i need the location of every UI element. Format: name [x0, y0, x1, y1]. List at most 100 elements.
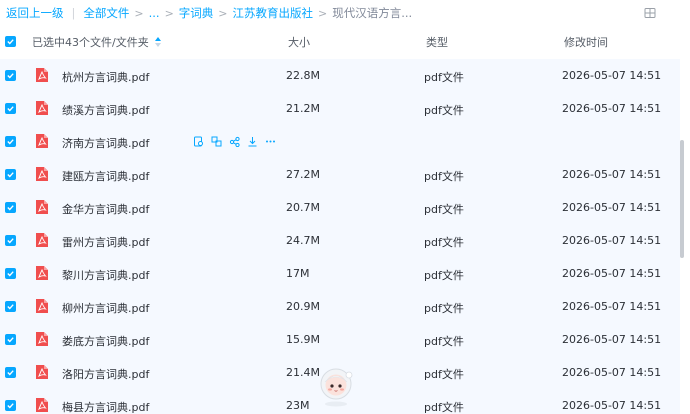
file-modified: 2026-05-07 14:51: [562, 201, 662, 214]
breadcrumb-current: 现代汉语方言...: [332, 6, 413, 20]
table-row[interactable]: 杭州方言词典.pdf 22.8M pdf文件 2026-05-07 14:51: [0, 59, 680, 92]
check-icon: [7, 403, 14, 409]
breadcrumb-divider: |: [71, 6, 76, 20]
chevron-right-icon: >: [218, 6, 228, 20]
row-checkbox[interactable]: [5, 334, 16, 345]
download-icon[interactable]: [247, 136, 258, 147]
file-name[interactable]: 济南方言词典.pdf: [62, 135, 149, 151]
breadcrumb-all-files[interactable]: 全部文件: [83, 5, 129, 21]
file-type: pdf文件: [424, 335, 464, 348]
list-header: 已选中43个文件/文件夹 大小 类型 修改时间: [0, 26, 680, 56]
table-row[interactable]: 娄底方言词典.pdf 15.9M pdf文件 2026-05-07 14:51: [0, 323, 680, 356]
breadcrumb-dict[interactable]: 字词典: [179, 5, 214, 21]
pdf-file-icon: [36, 299, 48, 313]
check-icon: [7, 73, 14, 79]
table-row[interactable]: 柳州方言词典.pdf 20.9M pdf文件 2026-05-07 14:51: [0, 290, 680, 323]
check-icon: [7, 172, 14, 178]
file-type: pdf文件: [424, 269, 464, 282]
row-checkbox[interactable]: [5, 169, 16, 180]
check-icon: [7, 106, 14, 112]
file-type: pdf文件: [424, 368, 464, 381]
check-icon: [7, 271, 14, 277]
table-row[interactable]: 济南方言词典.pdf: [0, 125, 680, 158]
pdf-file-icon: [36, 266, 48, 280]
pdf-file-icon: [36, 200, 48, 214]
breadcrumb-publisher[interactable]: 江苏教育出版社: [233, 5, 314, 21]
chevron-right-icon: >: [318, 6, 328, 20]
more-icon[interactable]: [265, 136, 276, 147]
file-size: 27.2M: [286, 168, 320, 181]
pdf-file-icon: [36, 101, 48, 115]
file-type: pdf文件: [424, 401, 464, 414]
table-row[interactable]: 绩溪方言词典.pdf 21.2M pdf文件 2026-05-07 14:51: [0, 92, 680, 125]
row-checkbox[interactable]: [5, 202, 16, 213]
file-modified: 2026-05-07 14:51: [562, 333, 662, 346]
file-size: 24.7M: [286, 234, 320, 247]
file-modified: 2026-05-07 14:51: [562, 69, 662, 82]
file-modified: 2026-05-07 14:51: [562, 102, 662, 115]
chevron-right-icon: >: [164, 6, 174, 20]
share-icon[interactable]: [211, 136, 222, 147]
pdf-file-icon: [36, 332, 48, 346]
file-modified: 2026-05-07 14:51: [562, 300, 662, 313]
row-checkbox[interactable]: [5, 70, 16, 81]
check-icon: [7, 370, 14, 376]
file-name[interactable]: 娄底方言词典.pdf: [62, 333, 149, 349]
file-name[interactable]: 柳州方言词典.pdf: [62, 300, 149, 316]
selection-count: 已选中43个文件/文件夹: [32, 34, 162, 50]
pdf-file-icon: [36, 68, 48, 82]
file-modified: 2026-05-07 14:51: [562, 234, 662, 247]
file-modified: 2026-05-07 14:51: [562, 366, 662, 379]
row-checkbox[interactable]: [5, 301, 16, 312]
breadcrumb-ellipsis[interactable]: ...: [149, 6, 160, 20]
grid-view-icon[interactable]: [644, 7, 656, 19]
column-modified[interactable]: 修改时间: [564, 34, 608, 50]
pdf-file-icon: [36, 134, 48, 148]
file-size: 17M: [286, 267, 310, 280]
check-icon: [7, 238, 14, 244]
row-actions: [193, 136, 283, 147]
row-checkbox[interactable]: [5, 235, 16, 246]
check-icon: [7, 205, 14, 211]
table-row[interactable]: 金华方言词典.pdf 20.7M pdf文件 2026-05-07 14:51: [0, 191, 680, 224]
file-type: pdf文件: [424, 302, 464, 315]
file-list: 杭州方言词典.pdf 22.8M pdf文件 2026-05-07 14:51 绩溪方言…: [0, 59, 680, 414]
file-name[interactable]: 建瓯方言词典.pdf: [62, 168, 149, 184]
sort-icon[interactable]: [154, 36, 162, 48]
table-row[interactable]: 雷州方言词典.pdf 24.7M pdf文件 2026-05-07 14:51: [0, 224, 680, 257]
file-name[interactable]: 雷州方言词典.pdf: [62, 234, 149, 250]
file-name[interactable]: 杭州方言词典.pdf: [62, 69, 149, 85]
back-link[interactable]: 返回上一级: [6, 5, 64, 21]
row-checkbox[interactable]: [5, 367, 16, 378]
select-all-checkbox[interactable]: [5, 36, 16, 47]
column-size[interactable]: 大小: [288, 34, 310, 50]
file-type: pdf文件: [424, 203, 464, 216]
row-checkbox[interactable]: [5, 103, 16, 114]
check-icon: [7, 304, 14, 310]
file-modified: 2026-05-07 14:51: [562, 267, 662, 280]
check-icon: [7, 139, 14, 145]
table-row[interactable]: 黎川方言词典.pdf 17M pdf文件 2026-05-07 14:51: [0, 257, 680, 290]
scrollbar-thumb[interactable]: [680, 140, 684, 258]
file-size: 20.7M: [286, 201, 320, 214]
file-type: pdf文件: [424, 236, 464, 249]
file-name[interactable]: 洛阳方言词典.pdf: [62, 366, 149, 382]
row-checkbox[interactable]: [5, 400, 16, 411]
file-name[interactable]: 绩溪方言词典.pdf: [62, 102, 149, 118]
file-name[interactable]: 黎川方言词典.pdf: [62, 267, 149, 283]
row-checkbox[interactable]: [5, 268, 16, 279]
file-name[interactable]: 梅县方言词典.pdf: [62, 399, 149, 414]
file-size: 21.2M: [286, 102, 320, 115]
file-name[interactable]: 金华方言词典.pdf: [62, 201, 149, 217]
column-type[interactable]: 类型: [426, 34, 448, 50]
row-checkbox[interactable]: [5, 136, 16, 147]
file-modified: 2026-05-07 14:51: [562, 168, 662, 181]
file-type: pdf文件: [424, 170, 464, 183]
table-row[interactable]: 建瓯方言词典.pdf 27.2M pdf文件 2026-05-07 14:51: [0, 158, 680, 191]
check-icon: [7, 39, 14, 45]
link-icon[interactable]: [229, 136, 240, 147]
pdf-file-icon: [36, 233, 48, 247]
file-size: 22.8M: [286, 69, 320, 82]
preview-icon[interactable]: [193, 136, 204, 147]
mascot-icon[interactable]: [314, 364, 358, 408]
